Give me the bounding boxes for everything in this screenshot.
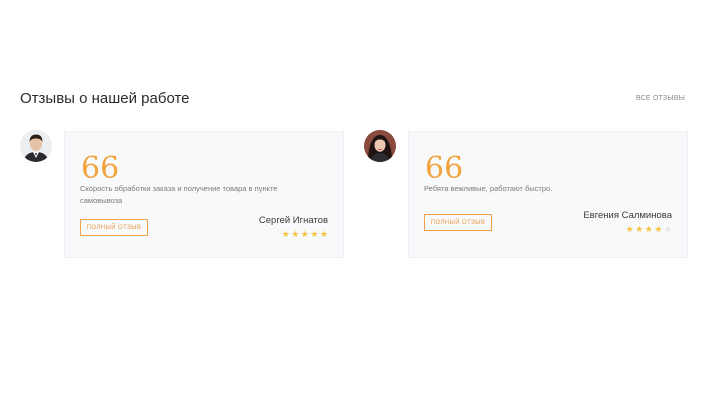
star-icon: ★ bbox=[319, 229, 328, 239]
star-icon: ★ bbox=[310, 229, 319, 239]
avatar bbox=[20, 130, 52, 162]
star-rating: ★ ★ ★ ★ ★ bbox=[626, 225, 672, 234]
review-author: Евгения Салминова bbox=[583, 210, 672, 221]
star-icon: ★ bbox=[663, 224, 672, 234]
quote-icon: 66 bbox=[81, 151, 120, 186]
quote-icon: 66 bbox=[425, 151, 464, 186]
star-icon: ★ bbox=[635, 224, 644, 234]
star-icon: ★ bbox=[654, 224, 663, 234]
full-review-button[interactable]: ПОЛНЫЙ ОТЗЫВ bbox=[80, 219, 148, 236]
review-item: 66 Ребята вежливые, работают быстро. ПОЛ… bbox=[364, 130, 688, 258]
review-text: Скорость обработки заказа и получение то… bbox=[80, 184, 278, 205]
star-rating: ★ ★ ★ ★ ★ bbox=[282, 230, 328, 239]
section-title: Отзывы о нашей работе bbox=[20, 90, 190, 107]
full-review-button[interactable]: ПОЛНЫЙ ОТЗЫВ bbox=[424, 214, 492, 231]
star-icon: ★ bbox=[281, 229, 290, 239]
review-card: 66 Ребята вежливые, работают быстро. ПОЛ… bbox=[408, 131, 688, 258]
review-item: 66 Скорость обработки заказа и получение… bbox=[20, 130, 344, 258]
all-reviews-link[interactable]: ВСЕ ОТЗЫВЫ bbox=[636, 95, 685, 102]
review-author: Сергей Игнатов bbox=[258, 215, 328, 226]
avatar bbox=[364, 130, 396, 162]
star-icon: ★ bbox=[291, 229, 300, 239]
review-text: Ребята вежливые, работают быстро. bbox=[424, 184, 553, 193]
star-icon: ★ bbox=[625, 224, 634, 234]
star-icon: ★ bbox=[300, 229, 309, 239]
review-card: 66 Скорость обработки заказа и получение… bbox=[64, 131, 344, 258]
star-icon: ★ bbox=[644, 224, 653, 234]
